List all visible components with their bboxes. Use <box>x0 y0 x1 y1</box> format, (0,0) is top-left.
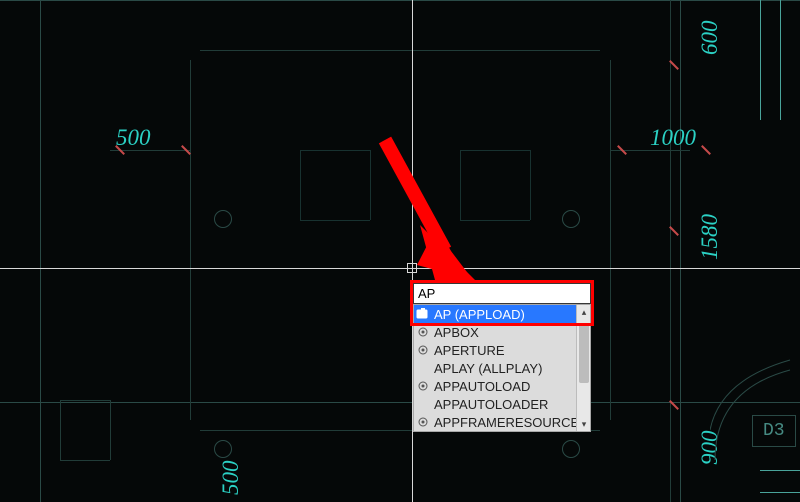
arc-detail <box>710 350 800 470</box>
dimension-label: 600 <box>697 21 723 56</box>
cad-canvas[interactable]: 500 1000 600 1580 900 500 D3 <box>0 0 800 502</box>
load-icon <box>416 307 430 321</box>
column-marker <box>562 440 580 458</box>
autocomplete-label: APPAUTOLOAD <box>434 379 588 394</box>
dimension-label: 1580 <box>697 214 723 260</box>
blank-icon <box>416 397 430 411</box>
autocomplete-item[interactable]: APERTURE <box>414 341 590 359</box>
autocomplete-dropdown: AP (APPLOAD) APBOX APERTURE APLAY (ALLPL… <box>413 304 591 432</box>
dimension-label: 1000 <box>650 125 696 151</box>
command-line: AP (APPLOAD) APBOX APERTURE APLAY (ALLPL… <box>413 283 591 304</box>
scroll-up-icon[interactable]: ▴ <box>577 305 591 319</box>
pickbox <box>407 263 417 273</box>
autocomplete-item[interactable]: APPAUTOLOADER <box>414 395 590 413</box>
crosshair-horizontal <box>0 268 800 269</box>
dimension-label: 500 <box>218 461 244 496</box>
autocomplete-label: APPAUTOLOADER <box>434 397 588 412</box>
autocomplete-label: APBOX <box>434 325 588 340</box>
gear-icon <box>416 415 430 429</box>
column-marker <box>214 210 232 228</box>
gear-icon <box>416 379 430 393</box>
dimension-label: 500 <box>116 125 151 151</box>
scroll-down-icon[interactable]: ▾ <box>577 417 591 431</box>
autocomplete-item[interactable]: APBOX <box>414 323 590 341</box>
autocomplete-item[interactable]: APPFRAMERESOURCES <box>414 413 590 431</box>
autocomplete-item[interactable]: APPAUTOLOAD <box>414 377 590 395</box>
autocomplete-label: APLAY (ALLPLAY) <box>434 361 588 376</box>
gear-icon <box>416 343 430 357</box>
column-marker <box>562 210 580 228</box>
blank-icon <box>416 361 430 375</box>
autocomplete-item[interactable]: AP (APPLOAD) <box>414 305 590 323</box>
autocomplete-scrollbar[interactable]: ▴ ▾ <box>576 305 590 431</box>
autocomplete-item[interactable]: APLAY (ALLPLAY) <box>414 359 590 377</box>
column-marker <box>214 440 232 458</box>
autocomplete-label: APPFRAMERESOURCES <box>434 415 588 430</box>
autocomplete-label: AP (APPLOAD) <box>434 307 588 322</box>
scroll-thumb[interactable] <box>579 323 589 383</box>
autocomplete-label: APERTURE <box>434 343 588 358</box>
command-input[interactable] <box>413 283 591 304</box>
gear-icon <box>416 325 430 339</box>
